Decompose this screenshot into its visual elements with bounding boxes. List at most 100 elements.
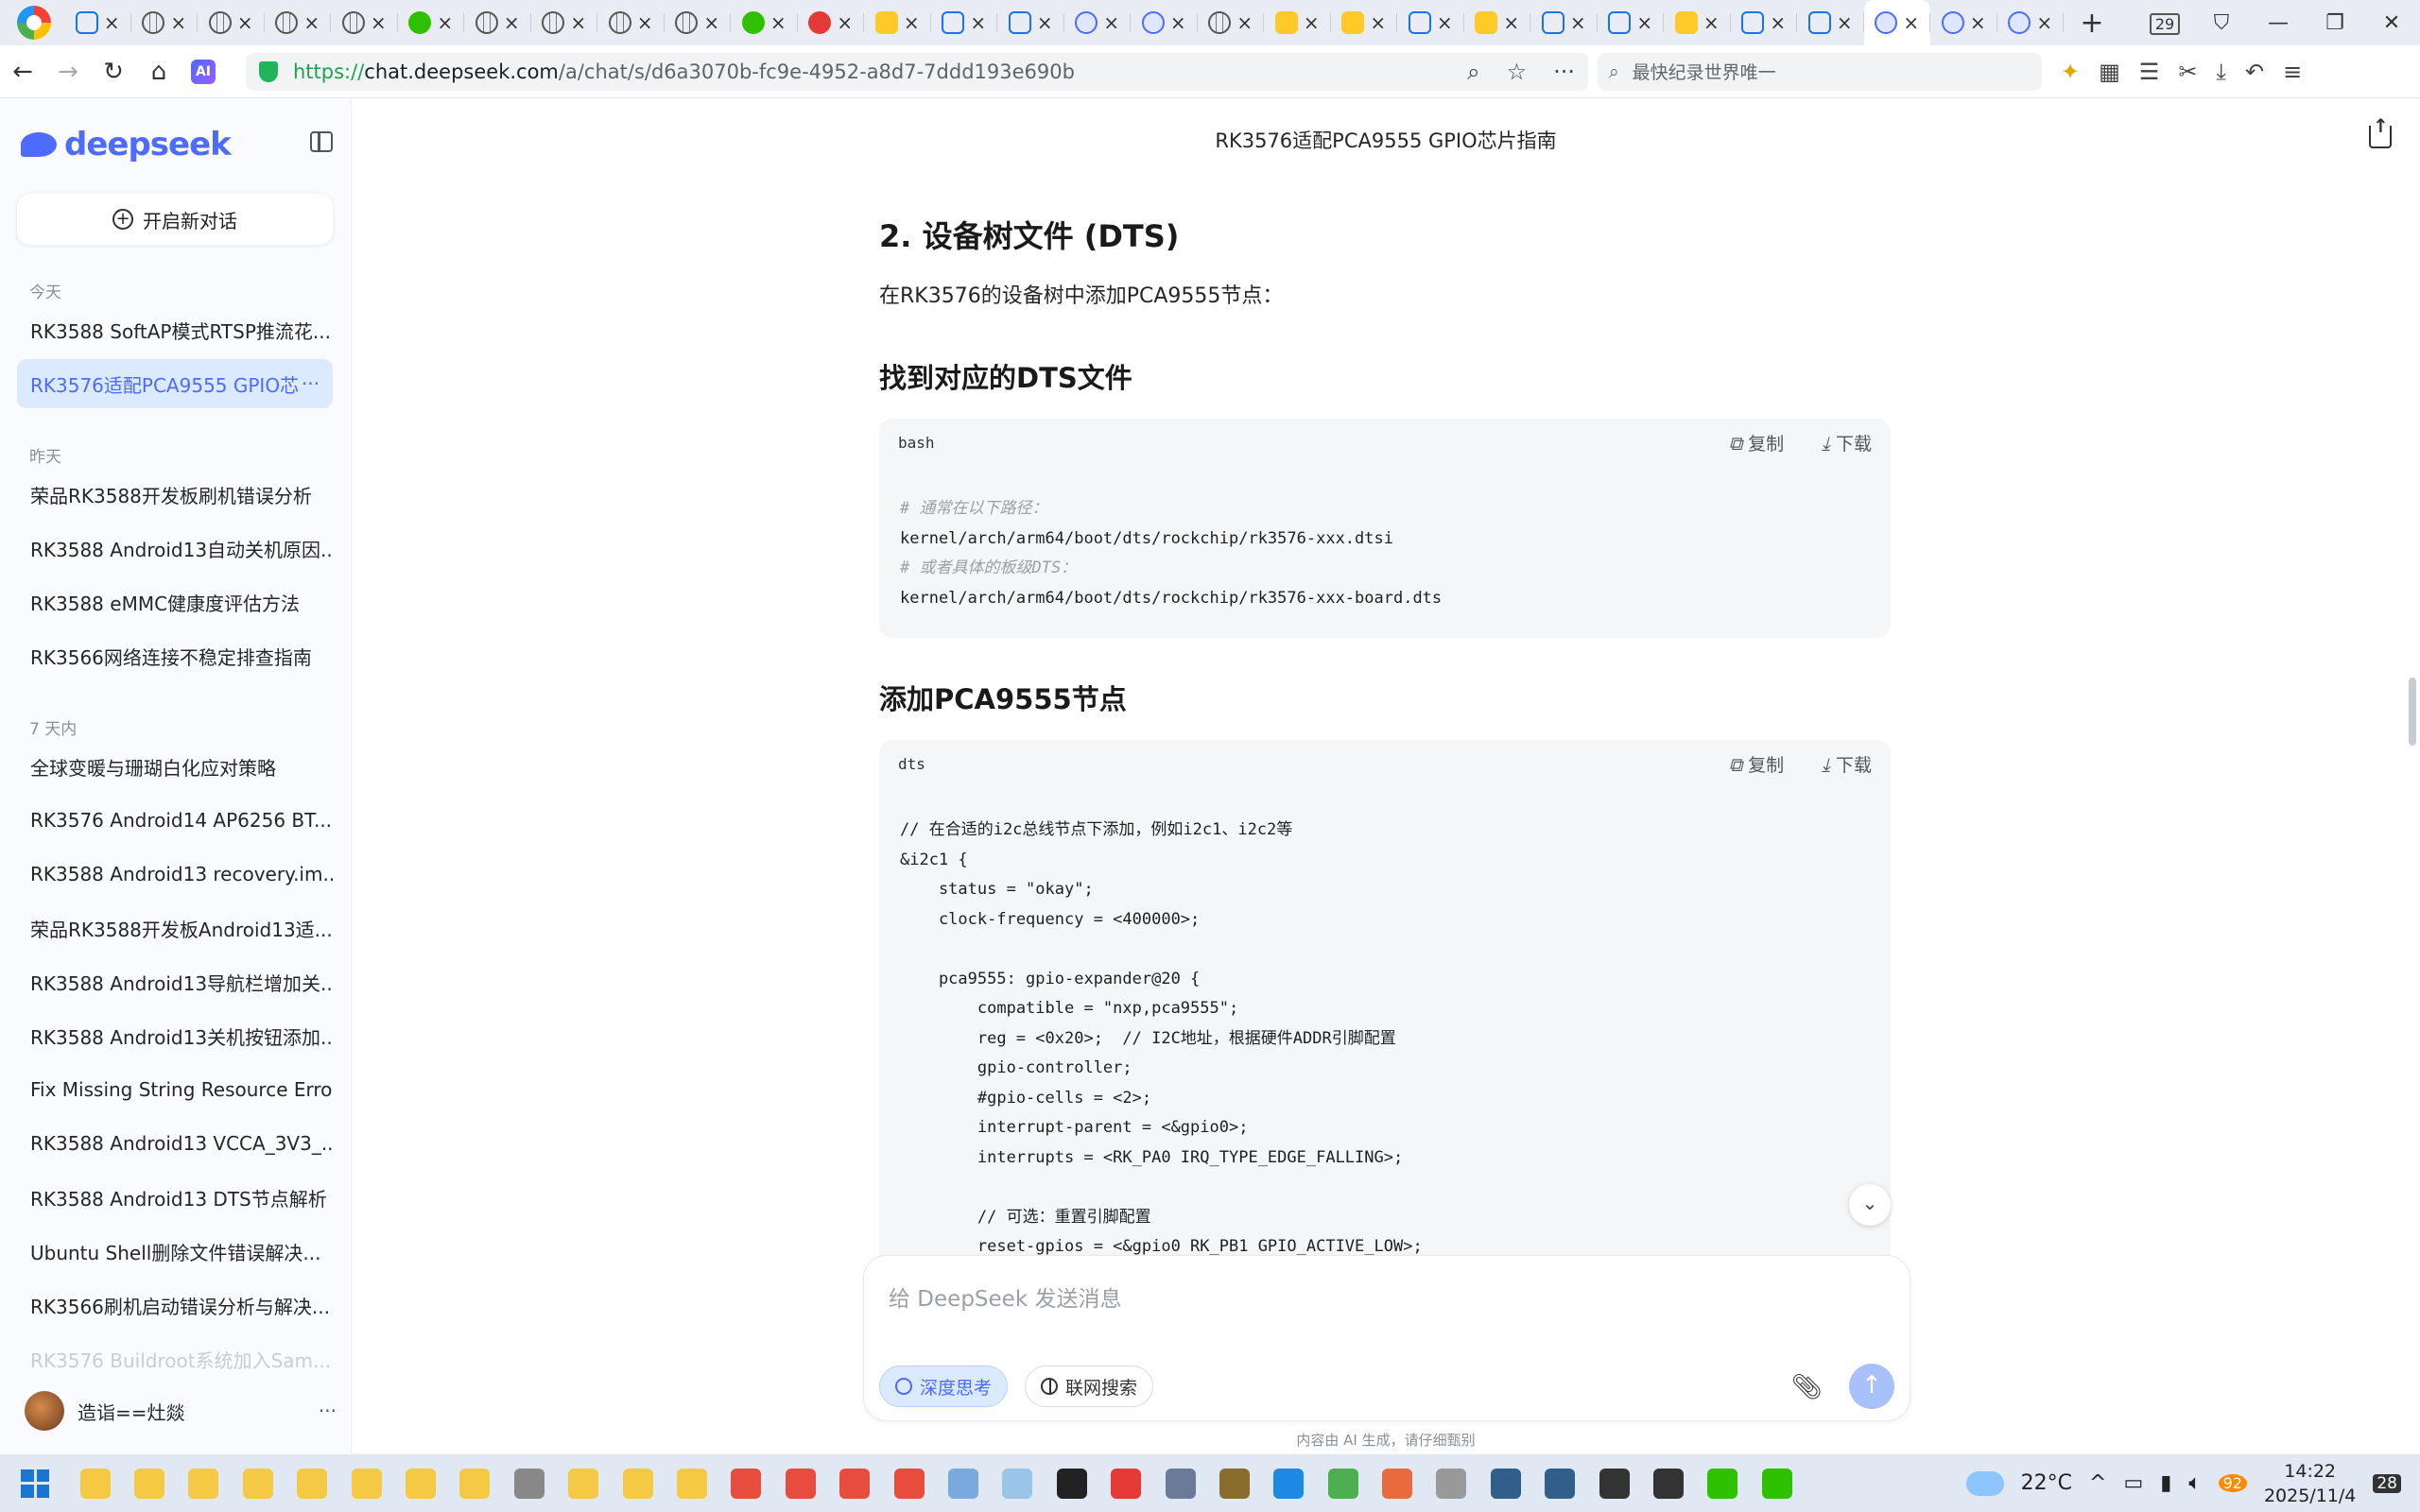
history-item[interactable]: RK3588 Android13 recovery.im... [17,850,333,899]
browser-tab[interactable]: × [1397,0,1464,45]
undo-icon[interactable]: ↶ [2245,59,2264,85]
history-item[interactable]: RK3588 Android13 DTS节点解析 [17,1173,333,1222]
favorites-icon[interactable]: ☰ [2139,59,2160,85]
tab-close-icon[interactable]: × [170,11,186,34]
user-profile[interactable]: 造诣==灶燚 ··· [25,1390,337,1432]
history-item[interactable]: RK3566网络连接不稳定排查指南 [17,631,333,680]
copy-button[interactable]: ⧉ 复制 [1729,751,1784,777]
browser-tab[interactable]: × [398,0,465,45]
history-item[interactable]: RK3588 Android13导航栏增加关... [17,957,333,1006]
taskbar-app-icon[interactable] [1098,1461,1152,1506]
ai-assistant-icon[interactable]: AI [191,59,216,84]
tray-expand-icon[interactable]: ^ [2089,1471,2106,1495]
browser-tab[interactable]: × [1530,0,1598,45]
tab-close-icon[interactable]: × [570,11,586,34]
history-item[interactable]: Ubuntu Shell删除文件错误解决... [17,1227,333,1276]
deepseek-logo[interactable]: deepseek [21,126,232,163]
taskbar-app-icon[interactable] [1587,1461,1641,1506]
tab-close-icon[interactable]: × [437,11,453,34]
browser-tab[interactable]: × [1064,0,1132,45]
browser-tab[interactable]: × [1331,0,1398,45]
tab-close-icon[interactable]: × [770,11,786,34]
taskbar-app-icon[interactable] [611,1461,665,1506]
reload-icon[interactable]: ↻ [91,58,136,86]
send-button[interactable]: ↑ [1849,1364,1894,1409]
apps-grid-icon[interactable]: ▦ [2099,59,2120,85]
extension-icon[interactable]: ✦ [2061,59,2080,85]
tab-close-icon[interactable]: × [2036,11,2052,34]
tab-close-icon[interactable]: × [1970,11,1986,34]
browser-tab[interactable]: × [131,0,199,45]
taskbar-app-icon[interactable] [1425,1461,1478,1506]
history-item[interactable]: 荣品RK3588开发板Android13适... [17,903,333,953]
menu-icon[interactable]: ≡ [2283,59,2302,85]
taskbar-app-icon[interactable] [936,1461,990,1506]
tab-close-icon[interactable]: × [1170,11,1186,34]
tab-close-icon[interactable]: × [1236,11,1253,34]
browser-tab[interactable]: × [597,0,665,45]
browser-tab[interactable]: × [1664,0,1731,45]
share-icon[interactable] [2369,114,2392,148]
browser-tab[interactable]: × [331,0,398,45]
tab-close-icon[interactable]: × [1103,11,1119,34]
download-icon[interactable]: ⤓ [2216,59,2226,85]
weather-cloud-icon[interactable] [1965,1470,2004,1496]
browser-tab[interactable]: × [1264,0,1331,45]
browser-tab[interactable]: × [1131,0,1198,45]
url-text[interactable]: https://chat.deepseek.com/a/chat/s/d6a30… [293,60,1075,83]
taskbar-app-icon[interactable] [991,1461,1045,1506]
tab-close-icon[interactable]: × [837,11,853,34]
screenshot-scissors-icon[interactable]: ✂ [2178,59,2197,85]
windows-start-icon[interactable] [21,1469,49,1498]
minimize-icon[interactable]: — [2250,11,2307,35]
tab-close-icon[interactable]: × [1304,11,1320,34]
history-item[interactable]: Fix Missing String Resource Error [17,1065,333,1114]
search-input[interactable]: 最快纪录世界唯一 [1633,59,1776,84]
browser-tab[interactable]: × [1464,0,1531,45]
taskbar-app-icon[interactable] [1153,1461,1207,1506]
taskbar-app-icon[interactable] [1478,1461,1532,1506]
back-icon[interactable]: ← [0,58,45,86]
more-options-icon[interactable]: ··· [1553,59,1575,85]
browser-tab[interactable]: × [1797,0,1864,45]
user-more-icon[interactable]: ··· [319,1400,337,1422]
home-icon[interactable]: ⌂ [136,58,182,86]
browser-tab[interactable]: × [931,0,998,45]
page-scrollbar[interactable] [2409,678,2416,746]
tab-close-icon[interactable]: × [1570,11,1586,34]
taskbar-app-icon[interactable] [502,1461,556,1506]
tab-close-icon[interactable]: × [1636,11,1652,34]
history-item[interactable]: RK3588 Android13关机按钮添加... [17,1011,333,1060]
temperature[interactable]: 22°C [2021,1471,2072,1495]
browser-tab[interactable]: × [64,0,131,45]
history-item[interactable]: 荣品RK3588开发板刷机错误分析 [17,470,333,519]
taskbar-app-icon[interactable] [557,1461,611,1506]
browser-tab[interactable]: × [531,0,598,45]
taskbar-app-icon[interactable] [1207,1461,1261,1506]
deep-think-toggle[interactable]: 深度思考 [879,1366,1009,1407]
tab-close-icon[interactable]: × [904,11,920,34]
tab-close-icon[interactable]: × [237,11,253,34]
browser-tab[interactable]: × [1598,0,1665,45]
paperclip-icon[interactable]: 📎︎ [1791,1373,1823,1401]
taskbar-app-icon[interactable] [285,1461,339,1506]
history-item[interactable]: RK3576 Buildroot系统加入Sam... [17,1334,333,1383]
web-search-toggle[interactable]: 联网搜索 [1025,1366,1154,1407]
history-item[interactable]: RK3588 Android13自动关机原因... [17,524,333,573]
history-item[interactable]: RK3588 SoftAP模式RTSP推流花... [17,305,333,354]
download-button[interactable]: ⤓ 下载 [1822,751,1872,777]
taskbar-app-icon[interactable] [665,1461,718,1506]
taskbar-app-icon[interactable] [1533,1461,1587,1506]
history-item[interactable]: RK3588 eMMC健康度评估方法 [17,577,333,627]
taskbar-app-icon[interactable] [393,1461,447,1506]
security-badge-icon[interactable]: 92 [2218,1474,2247,1492]
tab-close-icon[interactable]: × [1837,11,1853,34]
taskbar-app-icon[interactable] [1641,1461,1695,1506]
browser-tab[interactable]: × [464,0,531,45]
sidebar-collapse-icon[interactable] [310,131,333,152]
browser-tab[interactable]: × [1863,0,1930,45]
restore-icon[interactable]: ❐ [2307,11,2363,35]
tab-close-icon[interactable]: × [1903,11,1919,34]
zoom-icon[interactable]: ⌕ [1467,59,1479,85]
browser-tab[interactable]: × [997,0,1064,45]
